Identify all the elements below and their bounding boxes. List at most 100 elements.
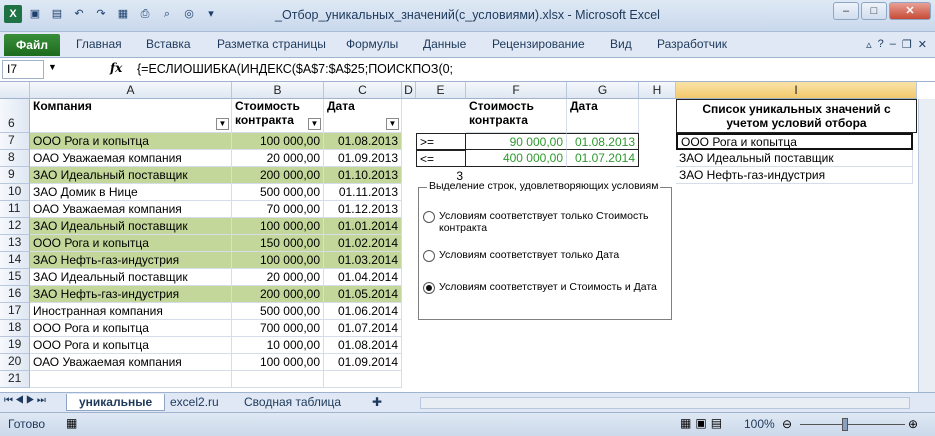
company-cell[interactable]: ЗАО Нефть-газ-индустрия [30, 252, 232, 269]
filter-dropdown-icon[interactable]: ▼ [308, 118, 321, 130]
row-header[interactable]: 14 [0, 252, 30, 269]
cost-cell[interactable] [232, 371, 324, 388]
row-header[interactable]: 11 [0, 201, 30, 218]
workbook-minimize-icon[interactable]: – [890, 38, 896, 51]
new-sheet-icon[interactable]: ✚ [360, 394, 394, 411]
unique-item[interactable]: ЗАО Нефть-газ-индустрия [676, 167, 913, 184]
normal-view-icon[interactable]: ▦ [680, 416, 691, 430]
cost-cell[interactable]: 150 000,00 [232, 235, 324, 252]
workbook-restore-icon[interactable]: ❐ [902, 38, 912, 51]
date-cell[interactable] [324, 371, 402, 388]
column-header-c[interactable]: C [324, 82, 402, 99]
cost-cell[interactable]: 100 000,00 [232, 218, 324, 235]
cost-cell[interactable]: 100 000,00 [232, 252, 324, 269]
formula-input[interactable]: {=ЕСЛИОШИБКА(ИНДЕКС($A$7:$A$25;ПОИСКПОЗ(… [133, 60, 919, 79]
cost-cell[interactable]: 20 000,00 [232, 269, 324, 286]
vertical-scrollbar[interactable] [918, 99, 935, 392]
row-header[interactable]: 16 [0, 286, 30, 303]
tab-insert[interactable]: Вставка [146, 37, 191, 51]
cost-cell[interactable]: 10 000,00 [232, 337, 324, 354]
date-cell[interactable]: 01.03.2014 [324, 252, 402, 269]
page-break-view-icon[interactable]: ▤ [711, 416, 722, 430]
row-header[interactable]: 12 [0, 218, 30, 235]
criteria-cost-max[interactable]: 400 000,00 [466, 150, 567, 167]
help-icon[interactable]: ? [878, 38, 884, 51]
criteria-date-max[interactable]: 01.07.2014 [567, 150, 639, 167]
date-cell[interactable]: 01.01.2014 [324, 218, 402, 235]
date-cell[interactable]: 01.04.2014 [324, 269, 402, 286]
tab-file[interactable]: Файл [4, 34, 60, 56]
filter-dropdown-icon[interactable]: ▼ [216, 118, 229, 130]
page-layout-view-icon[interactable]: ▣ [695, 416, 706, 430]
column-header-d[interactable]: D [402, 82, 416, 99]
radio-circle-selected[interactable] [423, 282, 435, 294]
company-cell[interactable]: ОАО Уважаемая компания [30, 354, 232, 371]
zoom-in-icon[interactable]: ⊕ [908, 417, 918, 431]
company-cell[interactable]: ООО Рога и копытца [30, 320, 232, 337]
row-header[interactable]: 10 [0, 184, 30, 201]
company-cell[interactable] [30, 371, 232, 388]
date-cell[interactable]: 01.08.2014 [324, 337, 402, 354]
sheet-tab-excel2[interactable]: excel2.ru [158, 394, 231, 411]
row-header[interactable]: 7 [0, 133, 30, 150]
date-cell[interactable]: 01.10.2013 [324, 167, 402, 184]
column-header-b[interactable]: B [232, 82, 324, 99]
radio-option-cost-only[interactable]: Условиям соответствует только Стоимость … [423, 210, 673, 234]
tab-review[interactable]: Рецензирование [492, 37, 585, 51]
cost-cell[interactable]: 70 000,00 [232, 201, 324, 218]
column-header-e[interactable]: E [416, 82, 466, 99]
cost-cell[interactable]: 100 000,00 [232, 133, 324, 150]
company-cell[interactable]: ЗАО Идеальный поставщик [30, 167, 232, 184]
ribbon-minimize-icon[interactable]: ▵ [866, 38, 872, 51]
cost-cell[interactable]: 200 000,00 [232, 286, 324, 303]
radio-circle[interactable] [423, 211, 435, 223]
zoom-level[interactable]: 100% [744, 417, 775, 431]
horizontal-scrollbar[interactable] [420, 397, 910, 409]
column-header-a[interactable]: A [30, 82, 232, 99]
company-cell[interactable]: ООО Рога и копытца [30, 337, 232, 354]
row-header[interactable]: 8 [0, 150, 30, 167]
radio-circle[interactable] [423, 250, 435, 262]
radio-option-cost-and-date[interactable]: Условиям соответствует и Стоимость и Дат… [423, 281, 673, 294]
company-cell[interactable]: ЗАО Идеальный поставщик [30, 218, 232, 235]
company-cell[interactable]: ЗАО Идеальный поставщик [30, 269, 232, 286]
cost-cell[interactable]: 700 000,00 [232, 320, 324, 337]
close-button[interactable]: ✕ [889, 2, 931, 20]
company-cell[interactable]: ОАО Уважаемая компания [30, 201, 232, 218]
zoom-out-icon[interactable]: ⊖ [782, 417, 792, 431]
date-cell[interactable]: 01.06.2014 [324, 303, 402, 320]
criteria-op-ge[interactable]: >= [416, 133, 466, 150]
minimize-button[interactable]: – [833, 2, 859, 20]
fx-icon[interactable]: fx [110, 61, 122, 75]
date-cell[interactable]: 01.05.2014 [324, 286, 402, 303]
tab-view[interactable]: Вид [610, 37, 632, 51]
company-cell[interactable]: ЗАО Домик в Нице [30, 184, 232, 201]
date-cell[interactable]: 01.11.2013 [324, 184, 402, 201]
cost-cell[interactable]: 200 000,00 [232, 167, 324, 184]
date-cell[interactable]: 01.02.2014 [324, 235, 402, 252]
company-cell[interactable]: ЗАО Нефть-газ-индустрия [30, 286, 232, 303]
radio-option-date-only[interactable]: Условиям соответствует только Дата [423, 249, 673, 262]
row-header[interactable]: 9 [0, 167, 30, 184]
tab-page-layout[interactable]: Разметка страницы [217, 37, 326, 51]
sheet-tab-unique[interactable]: уникальные [66, 394, 166, 411]
zoom-slider-thumb[interactable] [842, 418, 848, 431]
column-header-h[interactable]: H [639, 82, 676, 99]
header-unique-list[interactable]: Список уникальных значений с учетом усло… [676, 99, 917, 133]
unique-item[interactable]: ООО Рога и копытца [676, 133, 913, 150]
date-cell[interactable]: 01.08.2013 [324, 133, 402, 150]
zoom-slider[interactable] [800, 424, 905, 425]
tab-home[interactable]: Главная [76, 37, 122, 51]
workbook-close-icon[interactable]: ✕ [918, 38, 927, 51]
unique-item[interactable]: ЗАО Идеальный поставщик [676, 150, 913, 167]
date-cell[interactable]: 01.12.2013 [324, 201, 402, 218]
filter-dropdown-icon[interactable]: ▼ [386, 118, 399, 130]
company-cell[interactable]: ООО Рога и копытца [30, 133, 232, 150]
tab-developer[interactable]: Разработчик [657, 37, 727, 51]
criteria-cost-min[interactable]: 90 000,00 [466, 133, 567, 150]
cost-cell[interactable]: 20 000,00 [232, 150, 324, 167]
date-cell[interactable]: 01.09.2014 [324, 354, 402, 371]
select-all-corner[interactable] [0, 82, 30, 99]
company-cell[interactable]: ООО Рога и копытца [30, 235, 232, 252]
criteria-date-min[interactable]: 01.08.2013 [567, 133, 639, 150]
